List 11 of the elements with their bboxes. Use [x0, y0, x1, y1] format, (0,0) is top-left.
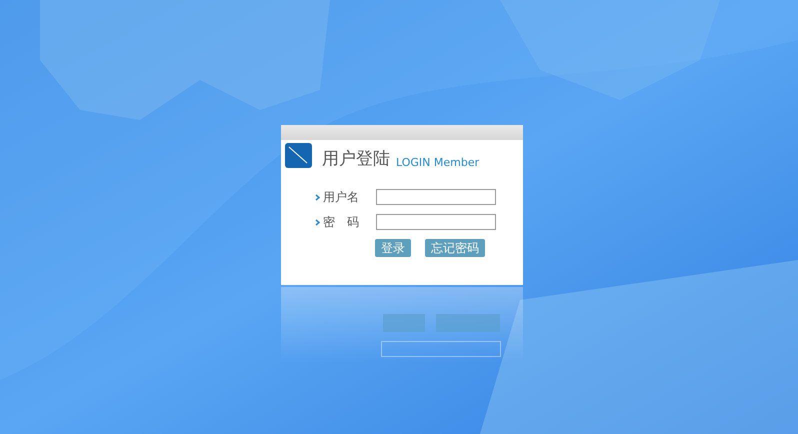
field-label: 密 码 [323, 214, 360, 231]
form-button[interactable]: 忘记密码 [425, 239, 485, 257]
input-field[interactable] [376, 214, 496, 230]
chevron-icon [315, 194, 320, 200]
login-title: 用户登陆 [322, 151, 390, 168]
logo-icon [285, 143, 312, 168]
form-button[interactable]: 登录 [375, 239, 411, 257]
chevron-icon [315, 218, 320, 226]
field-label: 用户名 [323, 189, 360, 206]
login-subtitle: LOGIN Member [396, 157, 480, 168]
input-field[interactable] [376, 189, 496, 205]
